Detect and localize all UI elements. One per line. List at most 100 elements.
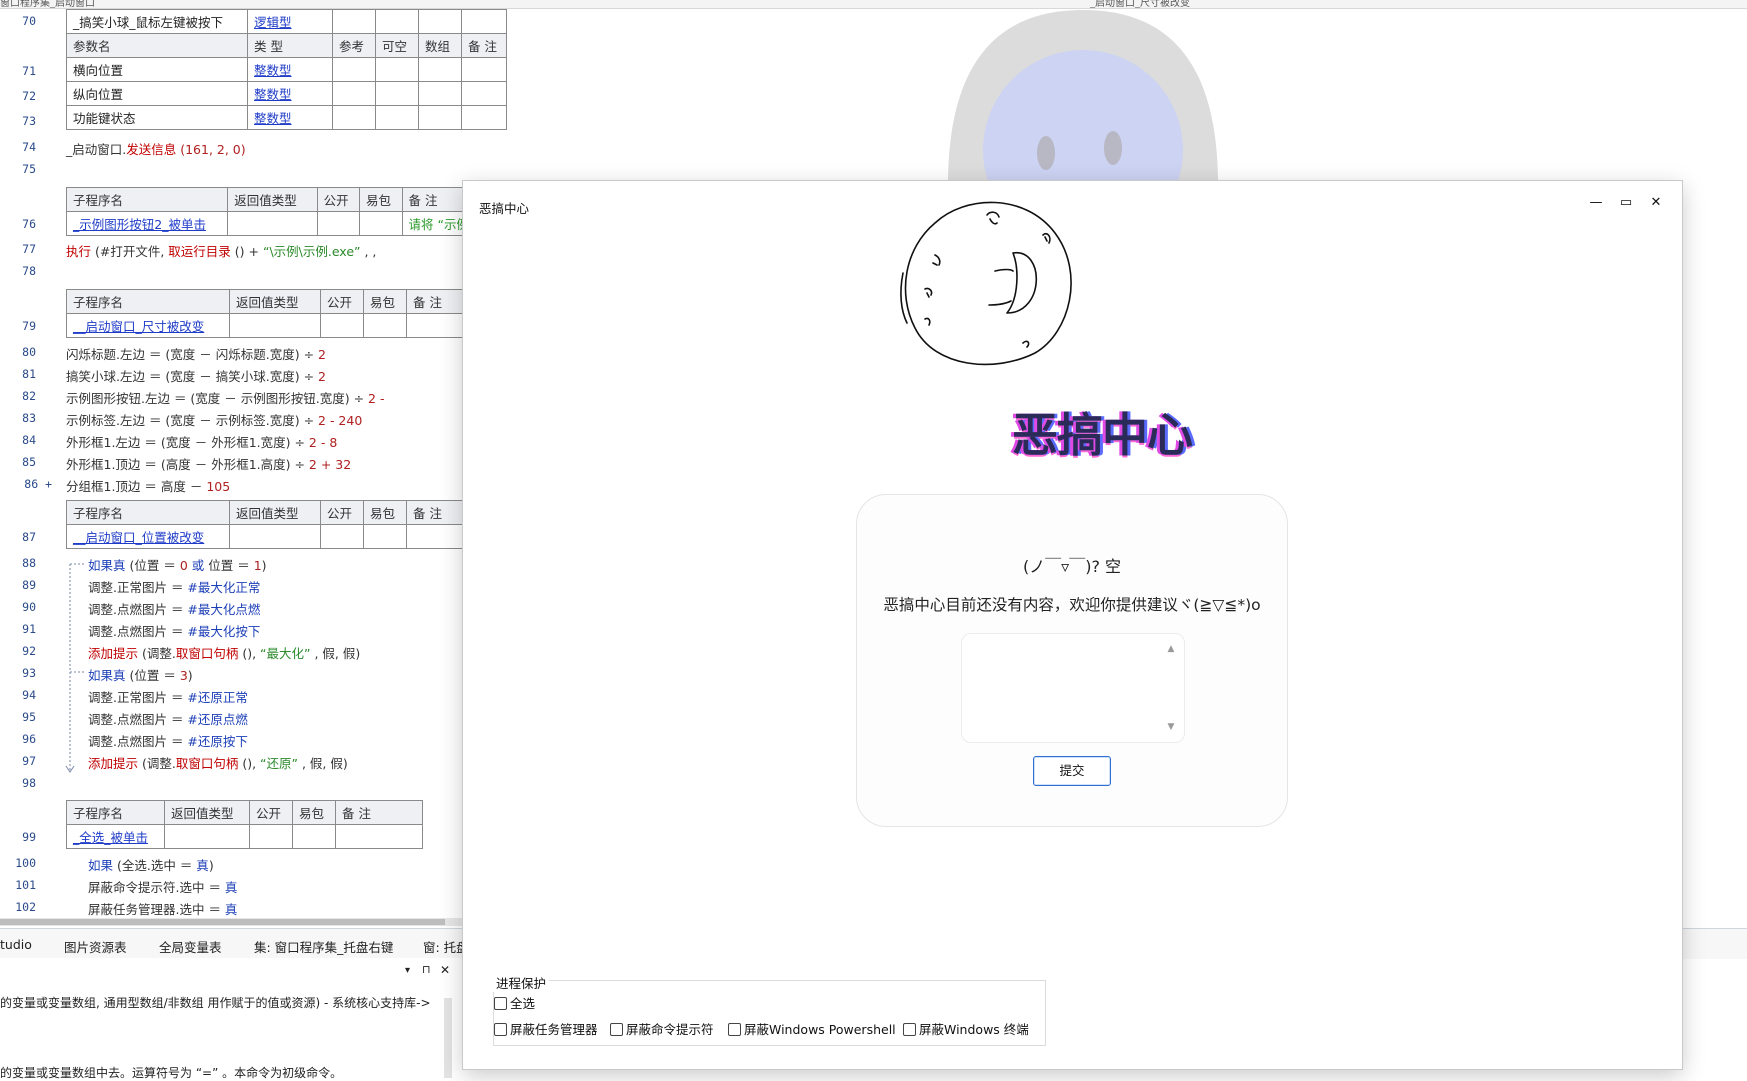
window-title: 恶搞中心 — [479, 201, 530, 216]
checkbox-box[interactable] — [494, 997, 507, 1010]
line-number: 100 — [15, 856, 36, 870]
block-cmd-checkbox[interactable]: 屏蔽命令提示符 — [610, 1019, 714, 1038]
col-header: 公开 — [316, 187, 361, 212]
col-header: 子程序名 — [65, 187, 229, 212]
panel-close-icon[interactable]: ✕ — [440, 963, 450, 977]
line-number: 89 — [22, 578, 36, 592]
line-number: 72 — [22, 89, 36, 103]
col-header: 子程序名 — [66, 800, 165, 825]
help-text: 的变量或变量数组, 通用型数组/非数组 用作赋于的值或资源) - 系统核心支持库… — [0, 996, 431, 1010]
code-line[interactable]: 外形框1.顶边 ＝ (高度 － 外形框1.高度) ÷ 2 + 32 — [66, 454, 351, 473]
event-name[interactable]: _搞笑小球_鼠标左键被按下 — [66, 9, 248, 34]
param-name[interactable]: 横向位置 — [66, 57, 248, 82]
maximize-button[interactable]: ▭ — [1611, 191, 1641, 215]
line-number: 81 — [22, 367, 36, 381]
sub-name[interactable]: __启动窗口_尺寸被改变 — [66, 313, 230, 338]
code-line[interactable]: 添加提示 (调整.取窗口句柄 (), “还原” , 假, 假) — [88, 753, 348, 772]
block-terminal-checkbox[interactable]: 屏蔽Windows 终端 — [903, 1019, 1029, 1038]
line-number: 86 + — [24, 477, 52, 491]
checkbox-label: 屏蔽Windows 终端 — [919, 1022, 1029, 1037]
sub-name[interactable]: _示例图形按钮2_被单击 — [65, 211, 229, 236]
col-header: 类 型 — [247, 33, 333, 58]
sub-name[interactable]: __启动窗口_位置被改变 — [66, 524, 230, 549]
code-line[interactable]: 添加提示 (调整.取窗口句柄 (), “最大化” , 假, 假) — [88, 643, 360, 662]
line-number: 87 — [22, 530, 36, 544]
pin-icon[interactable]: ⊓ — [422, 963, 431, 976]
suggestion-box: ▲ ▼ — [961, 633, 1185, 743]
ide-tab[interactable]: 窗口程序集_启动窗口 — [0, 0, 95, 8]
sub-table: 子程序名 返回值类型 公开 易包 备 注 __启动窗口_尺寸被改变 — [66, 289, 476, 338]
param-type[interactable]: 整数型 — [247, 57, 333, 82]
submit-button[interactable]: 提交 — [1033, 756, 1111, 786]
col-header: 参考 — [332, 33, 376, 58]
code-line[interactable]: 调整.点燃图片 ＝ #还原按下 — [88, 731, 248, 750]
param-type[interactable]: 整数型 — [247, 81, 333, 106]
checkbox-box[interactable] — [903, 1023, 916, 1036]
close-button[interactable]: ✕ — [1641, 191, 1671, 215]
bottom-tab[interactable]: tudio — [0, 937, 32, 952]
line-number: 70 — [22, 14, 36, 28]
bottom-tab[interactable]: 全局变量表 — [159, 937, 222, 956]
code-line[interactable]: 示例图形按钮.左边 ＝ (宽度 － 示例图形按钮.宽度) ÷ 2 - — [66, 388, 384, 407]
checkbox-box[interactable] — [610, 1023, 623, 1036]
bottom-tab[interactable]: 窗: 托盘 — [423, 937, 469, 956]
col-header: 备 注 — [461, 33, 507, 58]
line-number: 102 — [15, 900, 36, 914]
line-number: 88 — [22, 556, 36, 570]
param-type[interactable]: 整数型 — [247, 105, 333, 130]
code-line[interactable]: 调整.点燃图片 ＝ #还原点燃 — [88, 709, 248, 728]
code-line[interactable]: 外形框1.左边 ＝ (宽度 － 外形框1.宽度) ÷ 2 - 8 — [66, 432, 337, 451]
code-line[interactable]: 调整.点燃图片 ＝ #最大化点燃 — [88, 599, 260, 618]
line-number: 84 — [22, 433, 36, 447]
checkbox-box[interactable] — [728, 1023, 741, 1036]
line-number: 78 — [22, 264, 36, 278]
checkbox-label: 屏蔽任务管理器 — [510, 1022, 598, 1037]
help-panel: ▾ ⊓ ✕ 的变量或变量数组, 通用型数组/非数组 用作赋于的值或资源) - 系… — [0, 958, 460, 1080]
col-header: 公开 — [320, 500, 364, 525]
horizontal-scrollbar[interactable] — [0, 918, 462, 926]
ide-tab[interactable]: _启动窗口_尺寸被改变 — [1090, 0, 1190, 8]
line-number: 94 — [22, 688, 36, 702]
line-number: 95 — [22, 710, 36, 724]
code-line[interactable]: 调整.点燃图片 ＝ #最大化按下 — [88, 621, 260, 640]
panel-dropdown-icon[interactable]: ▾ — [405, 965, 410, 976]
checkbox-box[interactable] — [494, 1023, 507, 1036]
block-task-manager-checkbox[interactable]: 屏蔽任务管理器 — [494, 1019, 598, 1038]
code-line[interactable]: _启动窗口.发送信息 (161, 2, 0) — [66, 139, 246, 158]
bottom-tab[interactable]: 图片资源表 — [64, 937, 127, 956]
scroll-up-arrow-icon[interactable]: ▲ — [1166, 644, 1176, 654]
param-name[interactable]: 功能键状态 — [66, 105, 248, 130]
bottom-tab[interactable]: 集: 窗口程序集_托盘右键 — [254, 937, 393, 956]
line-number: 96 — [22, 732, 36, 746]
scroll-down-arrow-icon[interactable]: ▼ — [1166, 722, 1176, 732]
code-line[interactable]: 屏蔽命令提示符.选中 ＝ 真 — [88, 877, 237, 896]
code-line[interactable]: 调整.正常图片 ＝ #还原正常 — [88, 687, 248, 706]
code-line[interactable]: 如果真 (位置 ＝ 0 或 位置 ＝ 1) — [88, 555, 267, 574]
col-header: 备 注 — [335, 800, 423, 825]
col-header: 返回值类型 — [229, 500, 321, 525]
line-number: 85 — [22, 455, 36, 469]
code-line[interactable]: 屏蔽任务管理器.选中 ＝ 真 — [88, 899, 237, 918]
code-line[interactable]: 示例标签.左边 ＝ (宽度 － 示例标签.宽度) ÷ 2 - 240 — [66, 410, 362, 429]
line-number: 79 — [22, 319, 36, 333]
code-line[interactable]: 分组框1.顶边 ＝ 高度 － 105 — [66, 476, 230, 495]
sub-name[interactable]: _全选_被单击 — [66, 824, 165, 849]
ide-tab-strip: 窗口程序集_启动窗口 _启动窗口_尺寸被改变 — [0, 0, 1747, 9]
event-type[interactable]: 逻辑型 — [247, 9, 333, 34]
suggestion-scrollbar[interactable]: ▲ ▼ — [1166, 644, 1176, 732]
block-powershell-checkbox[interactable]: 屏蔽Windows Powershell — [728, 1019, 896, 1038]
suggestion-input[interactable] — [968, 640, 1162, 738]
code-line[interactable]: 调整.正常图片 ＝ #最大化正常 — [88, 577, 260, 596]
select-all-checkbox[interactable]: 全选 — [494, 993, 535, 1012]
code-line[interactable]: 如果真 (位置 ＝ 3) — [88, 665, 193, 684]
param-name[interactable]: 纵向位置 — [66, 81, 248, 106]
code-line[interactable]: 执行 (#打开文件, 取运行目录 () + “\示例\示例.exe” , , — [66, 241, 376, 260]
help-scrollbar[interactable] — [444, 998, 452, 1078]
scrollbar-thumb[interactable] — [0, 919, 445, 925]
code-line[interactable]: 搞笑小球.左边 ＝ (宽度 － 搞笑小球.宽度) ÷ 2 — [66, 366, 326, 385]
code-line[interactable]: 如果 (全选.选中 ＝ 真) — [88, 855, 214, 874]
code-line[interactable]: 闪烁标题.左边 ＝ (宽度 － 闪烁标题.宽度) ÷ 2 — [66, 344, 326, 363]
line-number: 97 — [22, 754, 36, 768]
minimize-button[interactable]: — — [1581, 191, 1611, 215]
col-header: 公开 — [320, 289, 364, 314]
